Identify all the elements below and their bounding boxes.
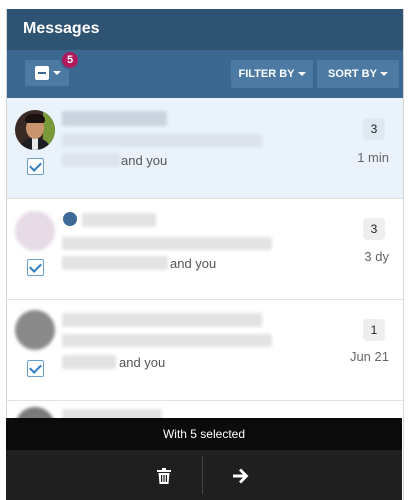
filter-by-label: FILTER BY	[238, 68, 295, 80]
message-time: Jun 21	[349, 349, 389, 364]
redacted-participants	[62, 256, 168, 270]
message-count: 3	[363, 118, 385, 140]
redacted-sender	[62, 313, 262, 327]
avatar	[15, 310, 55, 350]
message-row[interactable]: and you 3 1 min	[7, 98, 403, 199]
message-select-checkbox[interactable]	[27, 360, 44, 377]
redacted-sender	[82, 213, 156, 227]
move-button[interactable]	[203, 450, 279, 500]
chevron-down-icon	[53, 71, 61, 75]
arrow-right-icon	[233, 468, 249, 484]
message-select-checkbox[interactable]	[27, 158, 44, 175]
avatar-hair	[25, 114, 45, 123]
redacted-subject	[62, 334, 272, 347]
filter-by-dropdown[interactable]: FILTER BY	[231, 60, 313, 88]
messages-toolbar: 5 FILTER BY SORT BY	[7, 50, 403, 98]
selected-count-badge: 5	[60, 50, 80, 70]
avatar	[15, 211, 55, 251]
chevron-down-icon	[297, 72, 306, 77]
message-time: 3 dy	[364, 249, 389, 264]
panel-header: Messages	[7, 9, 403, 50]
checkmark-icon	[29, 159, 42, 172]
bulk-selection-label: With 5 selected	[6, 418, 402, 450]
redacted-participants	[62, 153, 120, 167]
message-count: 1	[363, 319, 385, 341]
avatar	[15, 110, 55, 150]
redacted-participants	[62, 355, 116, 369]
redacted-sender	[62, 111, 167, 126]
delete-button[interactable]	[126, 450, 202, 500]
redacted-subject	[62, 134, 262, 147]
participants-suffix: and you	[119, 355, 166, 370]
bulk-actions	[6, 450, 402, 500]
message-row[interactable]: and you 1 Jun 21	[7, 300, 403, 401]
participants-suffix: and you	[170, 256, 217, 271]
panel-title: Messages	[23, 20, 100, 37]
bulk-action-bar: With 5 selected	[6, 418, 402, 500]
sort-by-dropdown[interactable]: SORT BY	[317, 60, 399, 88]
checkmark-icon	[29, 260, 42, 273]
avatar-collar	[32, 138, 38, 150]
message-select-checkbox[interactable]	[27, 259, 44, 276]
checkmark-icon	[29, 361, 42, 374]
participants-suffix: and you	[121, 153, 168, 168]
trash-icon	[157, 468, 171, 485]
sort-by-label: SORT BY	[328, 68, 377, 80]
message-row[interactable]: and you 3 3 dy	[7, 199, 403, 300]
redacted-subject	[62, 237, 272, 250]
unread-dot-icon	[63, 212, 77, 226]
chevron-down-icon	[379, 72, 388, 77]
message-time: 1 min	[357, 150, 389, 165]
message-count: 3	[363, 218, 385, 240]
minus-checkbox-icon	[35, 66, 49, 80]
